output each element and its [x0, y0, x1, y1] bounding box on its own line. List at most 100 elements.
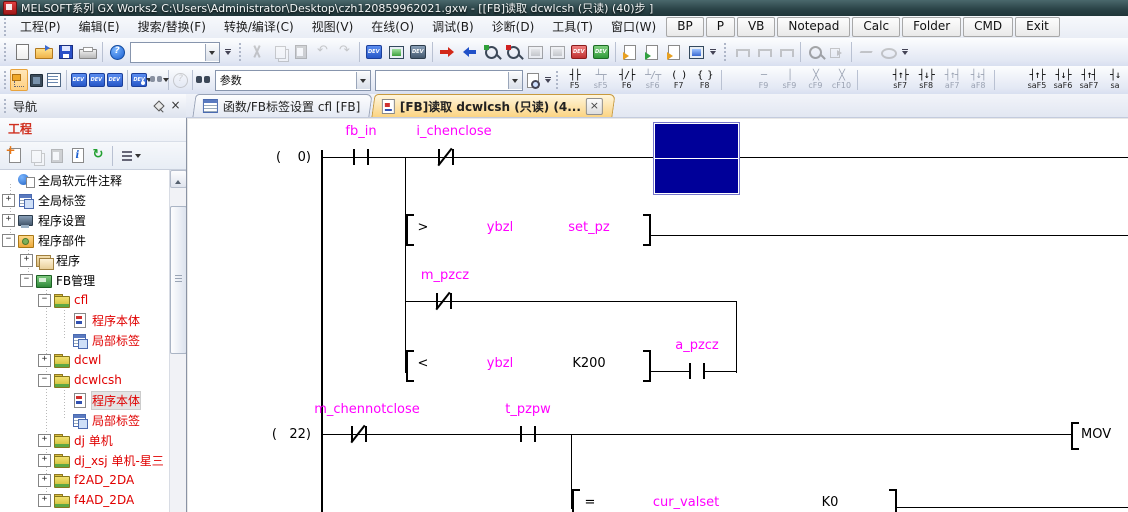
- tree-item-dj-单机[interactable]: + dj 单机: [0, 430, 170, 450]
- combobox-dropdown-icon[interactable]: [355, 71, 370, 89]
- device-find2-icon[interactable]: [88, 69, 106, 91]
- pin-icon[interactable]: [152, 99, 166, 113]
- help-gray-icon[interactable]: [172, 69, 189, 91]
- tree-item-程序[interactable]: + 程序: [0, 250, 170, 270]
- tree-item-全局软元件注释[interactable]: 全局软元件注释: [0, 170, 170, 190]
- quick-launch-button[interactable]: P: [705, 17, 735, 37]
- selected-cell-block[interactable]: [653, 122, 740, 195]
- monitor-stop-icon[interactable]: [502, 41, 524, 63]
- find-binoculars-icon[interactable]: [196, 69, 213, 91]
- watch-combobox-2[interactable]: [374, 69, 523, 91]
- device-display-icon[interactable]: [130, 69, 153, 91]
- ladder-symbol-af8-button[interactable]: ┤↓┤ aF8: [965, 67, 991, 93]
- quick-launch-button[interactable]: Exit: [1015, 17, 1060, 37]
- tree-expander[interactable]: −: [38, 293, 51, 307]
- ladder-editor[interactable]: ( 0) fb_in i_chenclose > ybzl set_pz m_p…: [186, 118, 1128, 512]
- toolbar-overflow-button[interactable]: [899, 41, 912, 63]
- tree-expander[interactable]: +: [2, 213, 15, 227]
- menu-item[interactable]: 在线(O): [362, 17, 423, 38]
- device-write-icon[interactable]: [363, 41, 385, 63]
- toolbar-overflow-button[interactable]: [707, 41, 720, 63]
- copy-data-icon[interactable]: [25, 145, 46, 166]
- tab-close-button[interactable]: ×: [586, 97, 604, 115]
- menu-item[interactable]: 窗口(W): [602, 17, 665, 38]
- menu-item[interactable]: 调试(B): [423, 17, 483, 38]
- scroll-up-button[interactable]: [170, 170, 186, 188]
- toolbar-overflow-button[interactable]: [542, 69, 552, 91]
- convert-back-icon[interactable]: [458, 41, 480, 63]
- cut-icon[interactable]: [246, 41, 268, 63]
- tree-expander[interactable]: −: [20, 273, 33, 287]
- device-green-icon[interactable]: [590, 41, 612, 63]
- ladder-symbol-f6-button[interactable]: ┤/├ F6: [614, 67, 640, 93]
- paste-data-icon[interactable]: [46, 145, 67, 166]
- tree-item-cfl[interactable]: − cfl: [0, 290, 170, 310]
- tab-active-document[interactable]: [FB]读取 dcwlcsh (只读) (4... ×: [371, 94, 617, 117]
- print-icon[interactable]: [77, 41, 99, 63]
- navigation-window-icon[interactable]: [9, 69, 28, 91]
- ladder-symbol-button[interactable]: [861, 67, 887, 93]
- doc-jump3-icon[interactable]: [663, 41, 685, 63]
- ladder-symbol-sa-button[interactable]: ┤↓ sa: [1102, 67, 1128, 93]
- watch-start-icon[interactable]: [524, 41, 546, 63]
- project-combobox[interactable]: [130, 41, 220, 63]
- help-icon[interactable]: [106, 41, 128, 63]
- refresh-icon[interactable]: [88, 145, 109, 166]
- screen-lock-icon[interactable]: [685, 41, 707, 63]
- save-icon[interactable]: [55, 41, 77, 63]
- tree-expander[interactable]: −: [2, 233, 15, 247]
- tree-expander[interactable]: +: [38, 453, 51, 467]
- tree-item-程序本体[interactable]: 程序本体: [0, 390, 170, 410]
- ladder-symbol-saf7-button[interactable]: ┤↑┤ saF7: [1076, 67, 1102, 93]
- tree-scrollbar[interactable]: [169, 170, 186, 512]
- quick-launch-button[interactable]: VB: [736, 17, 776, 37]
- copy-icon[interactable]: [268, 41, 290, 63]
- tree-item-程序部件[interactable]: − 程序部件: [0, 230, 170, 250]
- tree-expander[interactable]: +: [2, 193, 15, 207]
- device-find1-icon[interactable]: [70, 69, 88, 91]
- tree-item-f4ad_2da[interactable]: + f4AD_2DA: [0, 490, 170, 510]
- ladder-symbol-button[interactable]: [998, 67, 1024, 93]
- ladder-symbol-cf9-button[interactable]: ╳ cF9: [802, 67, 828, 93]
- tab-document[interactable]: 函数/FB标签设置 cfl [FB]: [192, 94, 374, 117]
- open-project-icon[interactable]: [33, 41, 55, 63]
- data-info-icon[interactable]: [67, 145, 88, 166]
- device-red-icon[interactable]: [568, 41, 590, 63]
- toolbar-overflow-button[interactable]: [222, 41, 235, 63]
- ladder-symbol-button[interactable]: [724, 67, 750, 93]
- ladder-symbol-saf6-button[interactable]: ┤↓├ saF6: [1050, 67, 1076, 93]
- scrollbar-thumb[interactable]: [170, 206, 186, 354]
- quick-launch-button[interactable]: Calc: [852, 17, 901, 37]
- redo-icon[interactable]: [334, 41, 356, 63]
- ladder-symbol-af7-button[interactable]: ┤↑┤ aF7: [939, 67, 965, 93]
- device-verify-icon[interactable]: [407, 41, 429, 63]
- monitor-start-icon[interactable]: [480, 41, 502, 63]
- quick-launch-button[interactable]: Notepad: [777, 17, 851, 37]
- ladder-symbol-sf5-button[interactable]: ┴┬ sF5: [588, 67, 614, 93]
- device-search-icon[interactable]: [148, 69, 170, 91]
- tree-expander[interactable]: +: [20, 253, 33, 267]
- tree-expander[interactable]: −: [38, 373, 51, 387]
- tree-item-程序本体[interactable]: 程序本体: [0, 310, 170, 330]
- wave1-icon[interactable]: [855, 41, 877, 63]
- quick-launch-button[interactable]: Folder: [902, 17, 962, 37]
- tree-item-dcwl[interactable]: + dcwl: [0, 350, 170, 370]
- menu-item[interactable]: 诊断(D): [483, 17, 544, 38]
- ladder-symbol-f8-button[interactable]: { } F8: [692, 67, 718, 93]
- tree-item-f2ad_2da[interactable]: + f2AD_2DA: [0, 470, 170, 490]
- ladder-symbol-f9-button[interactable]: ─ F9: [750, 67, 776, 93]
- watch-stop-icon[interactable]: [546, 41, 568, 63]
- ladder-symbol-sf8-button[interactable]: ┤↓├ sF8: [913, 67, 939, 93]
- tree-expander[interactable]: +: [38, 493, 51, 507]
- menu-item[interactable]: 转换/编译(C): [215, 17, 303, 38]
- menu-item[interactable]: 编辑(E): [70, 17, 129, 38]
- quick-launch-button[interactable]: CMD: [963, 17, 1014, 37]
- watch-combobox-1[interactable]: 参数: [214, 69, 371, 91]
- find-gray-icon[interactable]: [804, 41, 826, 63]
- page-find-icon[interactable]: [525, 69, 542, 91]
- doc-jump1-icon[interactable]: [619, 41, 641, 63]
- ladder-symbol-sf7-button[interactable]: ┤↑├ sF7: [887, 67, 913, 93]
- pulse2-icon[interactable]: [753, 41, 775, 63]
- monitor-screen-icon[interactable]: [385, 41, 407, 63]
- tree-expander[interactable]: +: [38, 433, 51, 447]
